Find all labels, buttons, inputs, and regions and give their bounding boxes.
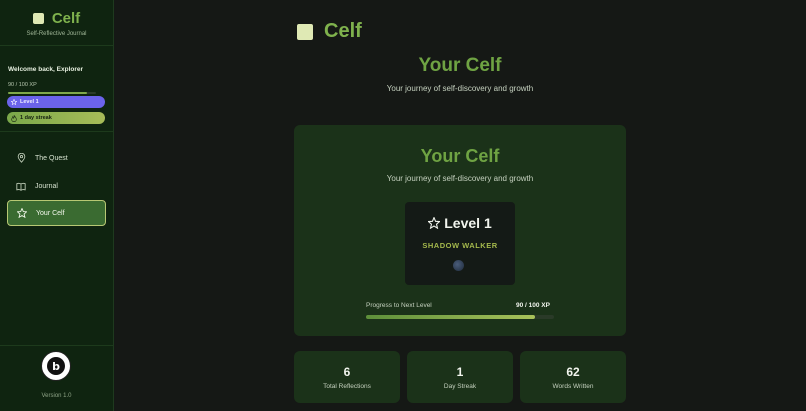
xp-progress-fill xyxy=(8,92,88,94)
stat-total-reflections: 6 Total Reflections xyxy=(294,351,400,403)
stat-value: 6 xyxy=(343,365,351,379)
app-tagline: Self-Reflective Journal xyxy=(26,31,87,37)
level-progress-fill xyxy=(366,315,536,319)
nav-item-journal[interactable]: Journal xyxy=(7,173,106,199)
nav-item-the-quest[interactable]: The Quest xyxy=(7,145,106,171)
badge-medal-icon[interactable]: b xyxy=(41,351,71,381)
stat-day-streak: 1 Day Streak xyxy=(407,351,513,403)
level-badge-label: Level 1 xyxy=(20,99,39,105)
xp-progress-bar xyxy=(8,92,96,94)
streak-badge-label: 1 day streak xyxy=(20,115,52,121)
orb-icon xyxy=(453,260,464,271)
nav-item-label: Your Celf xyxy=(36,209,65,217)
divider xyxy=(0,345,113,346)
page-subtitle: Your journey of self-discovery and growt… xyxy=(386,84,534,93)
app-name: Celf xyxy=(51,10,81,27)
xp-text: 90 / 100 XP xyxy=(8,82,37,88)
stat-label: Words Written xyxy=(552,383,594,390)
map-pin-icon xyxy=(16,153,26,163)
star-icon xyxy=(17,208,27,218)
app-logo-icon xyxy=(32,13,44,24)
level-card: Your Celf Your journey of self-discovery… xyxy=(294,125,626,336)
nav-item-label: Journal xyxy=(35,182,58,190)
b-logo-icon: b xyxy=(47,357,65,375)
star-icon xyxy=(428,217,441,229)
level-progress-bar xyxy=(366,315,554,319)
app-name: Celf xyxy=(324,20,362,42)
divider xyxy=(0,131,113,132)
nav-item-label: The Quest xyxy=(35,154,68,162)
divider xyxy=(0,45,113,46)
progress-label: Progress to Next Level xyxy=(366,302,432,309)
stat-value: 62 xyxy=(566,365,580,379)
app-logo-icon xyxy=(297,23,313,40)
level-badge: Level 1 xyxy=(7,96,105,108)
level-label: Level 1 xyxy=(444,215,492,231)
page-title: Your Celf xyxy=(418,55,502,76)
star-icon xyxy=(11,99,17,105)
stat-label: Total Reflections xyxy=(323,383,371,390)
welcome-text: Welcome back, Explorer xyxy=(8,66,84,73)
card-title: Your Celf xyxy=(420,146,500,166)
stat-value: 1 xyxy=(456,365,464,379)
streak-badge: 1 day streak xyxy=(7,112,105,124)
version-text: Version 1.0 xyxy=(41,393,72,399)
progress-xp: 90 / 100 XP xyxy=(516,302,550,309)
nav-item-your-celf[interactable]: Your Celf xyxy=(7,200,106,226)
stat-words-written: 62 Words Written xyxy=(520,351,626,403)
rank-title: SHADOW WALKER xyxy=(422,241,498,250)
flame-icon xyxy=(11,114,17,122)
sidebar: Celf Self-Reflective Journal Welcome bac… xyxy=(0,0,114,411)
main-header-logo[interactable]: Celf xyxy=(297,20,362,43)
sidebar-brand[interactable]: Celf Self-Reflective Journal xyxy=(0,10,113,37)
level-display: Level 1 SHADOW WALKER xyxy=(405,202,515,285)
stat-label: Day Streak xyxy=(443,383,477,390)
card-subtitle: Your journey of self-discovery and growt… xyxy=(386,174,534,183)
book-icon xyxy=(16,181,26,191)
